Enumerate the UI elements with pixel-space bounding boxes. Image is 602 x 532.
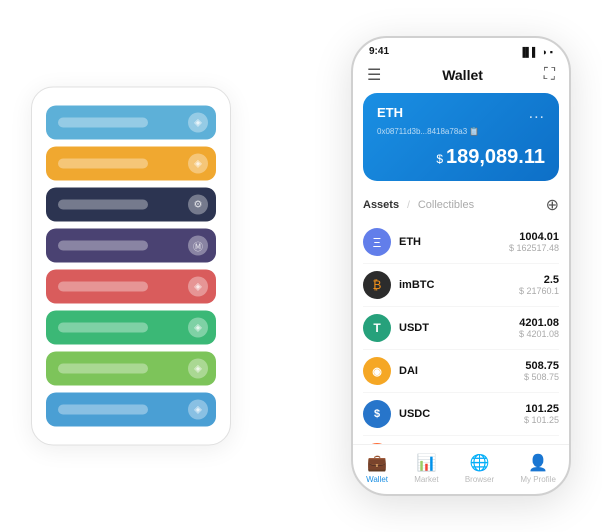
assets-header: Assets / Collectibles ⊕ [363, 191, 559, 221]
dai-icon: ◉ [363, 357, 391, 385]
tab-collectibles[interactable]: Collectibles [418, 199, 474, 211]
nav-browser[interactable]: 🌐 Browser [465, 453, 494, 484]
card-label [58, 364, 148, 374]
table-row[interactable]: 🦋 TFT 13 0 [363, 436, 559, 444]
table-row[interactable]: Ξ ETH 1004.01 $ 162517.48 [363, 221, 559, 264]
asset-amount: 1004.01 [509, 231, 559, 243]
asset-usd: $ 162517.48 [509, 243, 559, 253]
table-row[interactable]: ₿ imBTC 2.5 $ 21760.1 [363, 264, 559, 307]
asset-usd: $ 508.75 [524, 372, 559, 382]
asset-name: imBTC [399, 279, 519, 291]
profile-nav-icon: 👤 [528, 453, 548, 473]
bottom-nav: 💼 Wallet 📊 Market 🌐 Browser 👤 My Profile [353, 444, 569, 494]
asset-amount: 2.5 [519, 274, 559, 286]
list-item[interactable]: ◈ [46, 311, 216, 345]
list-item[interactable]: ◈ [46, 147, 216, 181]
status-time: 9:41 [369, 46, 389, 57]
asset-name: USDT [399, 322, 519, 334]
asset-amounts: 1004.01 $ 162517.48 [509, 231, 559, 253]
page-title: Wallet [442, 67, 483, 83]
browser-nav-icon: 🌐 [470, 453, 490, 473]
wifi-icon: ◑ [541, 47, 546, 57]
assets-tabs: Assets / Collectibles [363, 199, 474, 211]
asset-usd: $ 101.25 [524, 415, 559, 425]
card-icon: ⚙ [188, 195, 208, 215]
menu-icon[interactable]: ☰ [367, 65, 381, 85]
asset-name: USDC [399, 408, 524, 420]
list-item[interactable]: ◈ [46, 352, 216, 386]
usdt-icon: T [363, 314, 391, 342]
eth-card-top: ETH ... [377, 105, 545, 123]
asset-usd: $ 21760.1 [519, 286, 559, 296]
phone-mockup: 9:41 ▐▌▌ ◑ ▪ ☰ Wallet ⛶ ETH ... 0x08711d [351, 36, 571, 496]
signal-icon: ▐▌▌ [519, 47, 538, 57]
card-label [58, 159, 148, 169]
card-icon: ◈ [188, 359, 208, 379]
eth-icon: Ξ [363, 228, 391, 256]
list-item[interactable]: Ⓜ [46, 229, 216, 263]
currency-symbol: $ [436, 152, 443, 166]
nav-market[interactable]: 📊 Market [414, 453, 438, 484]
card-stack: ◈ ◈ ⚙ Ⓜ ◈ ◈ ◈ ◈ [31, 87, 231, 446]
table-row[interactable]: $ USDC 101.25 $ 101.25 [363, 393, 559, 436]
card-label [58, 282, 148, 292]
nav-profile[interactable]: 👤 My Profile [520, 453, 556, 484]
asset-amounts: 508.75 $ 508.75 [524, 360, 559, 382]
list-item[interactable]: ⚙ [46, 188, 216, 222]
scene: ◈ ◈ ⚙ Ⓜ ◈ ◈ ◈ ◈ [21, 16, 581, 516]
profile-nav-label: My Profile [520, 475, 556, 484]
browser-nav-label: Browser [465, 475, 494, 484]
eth-options-button[interactable]: ... [529, 105, 545, 123]
asset-name: ETH [399, 236, 509, 248]
asset-amount: 101.25 [524, 403, 559, 415]
card-icon: ◈ [188, 400, 208, 420]
eth-symbol: ETH [377, 105, 403, 120]
card-icon: Ⓜ [188, 236, 208, 256]
market-nav-label: Market [414, 475, 438, 484]
asset-name: DAI [399, 365, 524, 377]
card-label [58, 405, 148, 415]
usdc-icon: $ [363, 400, 391, 428]
asset-amount: 4201.08 [519, 317, 559, 329]
tab-assets[interactable]: Assets [363, 199, 399, 211]
asset-amounts: 2.5 $ 21760.1 [519, 274, 559, 296]
card-icon: ◈ [188, 113, 208, 133]
asset-usd: $ 4201.08 [519, 329, 559, 339]
card-label [58, 200, 148, 210]
battery-icon: ▪ [550, 47, 553, 57]
card-label [58, 118, 148, 128]
eth-address: 0x08711d3b...8418a78a3 📋 [377, 127, 545, 136]
phone-body: ETH ... 0x08711d3b...8418a78a3 📋 $189,08… [353, 93, 569, 444]
wallet-nav-label: Wallet [366, 475, 388, 484]
card-label [58, 241, 148, 251]
table-row[interactable]: ◉ DAI 508.75 $ 508.75 [363, 350, 559, 393]
wallet-nav-icon: 💼 [367, 453, 387, 473]
card-icon: ◈ [188, 318, 208, 338]
card-icon: ◈ [188, 277, 208, 297]
card-label [58, 323, 148, 333]
add-asset-button[interactable]: ⊕ [546, 195, 559, 215]
list-item[interactable]: ◈ [46, 270, 216, 304]
nav-wallet[interactable]: 💼 Wallet [366, 453, 388, 484]
asset-list: Ξ ETH 1004.01 $ 162517.48 ₿ imBTC 2.5 $ … [363, 221, 559, 444]
asset-amounts: 101.25 $ 101.25 [524, 403, 559, 425]
market-nav-icon: 📊 [416, 453, 436, 473]
eth-balance: $189,089.11 [377, 146, 545, 169]
asset-amount: 508.75 [524, 360, 559, 372]
status-icons: ▐▌▌ ◑ ▪ [519, 47, 553, 57]
list-item[interactable]: ◈ [46, 106, 216, 140]
imbtc-icon: ₿ [363, 271, 391, 299]
asset-amounts: 4201.08 $ 4201.08 [519, 317, 559, 339]
eth-card[interactable]: ETH ... 0x08711d3b...8418a78a3 📋 $189,08… [363, 93, 559, 181]
list-item[interactable]: ◈ [46, 393, 216, 427]
card-icon: ◈ [188, 154, 208, 174]
expand-icon[interactable]: ⛶ [544, 66, 555, 84]
table-row[interactable]: T USDT 4201.08 $ 4201.08 [363, 307, 559, 350]
tab-divider: / [407, 200, 410, 211]
status-bar: 9:41 ▐▌▌ ◑ ▪ [353, 38, 569, 61]
phone-header: ☰ Wallet ⛶ [353, 61, 569, 93]
